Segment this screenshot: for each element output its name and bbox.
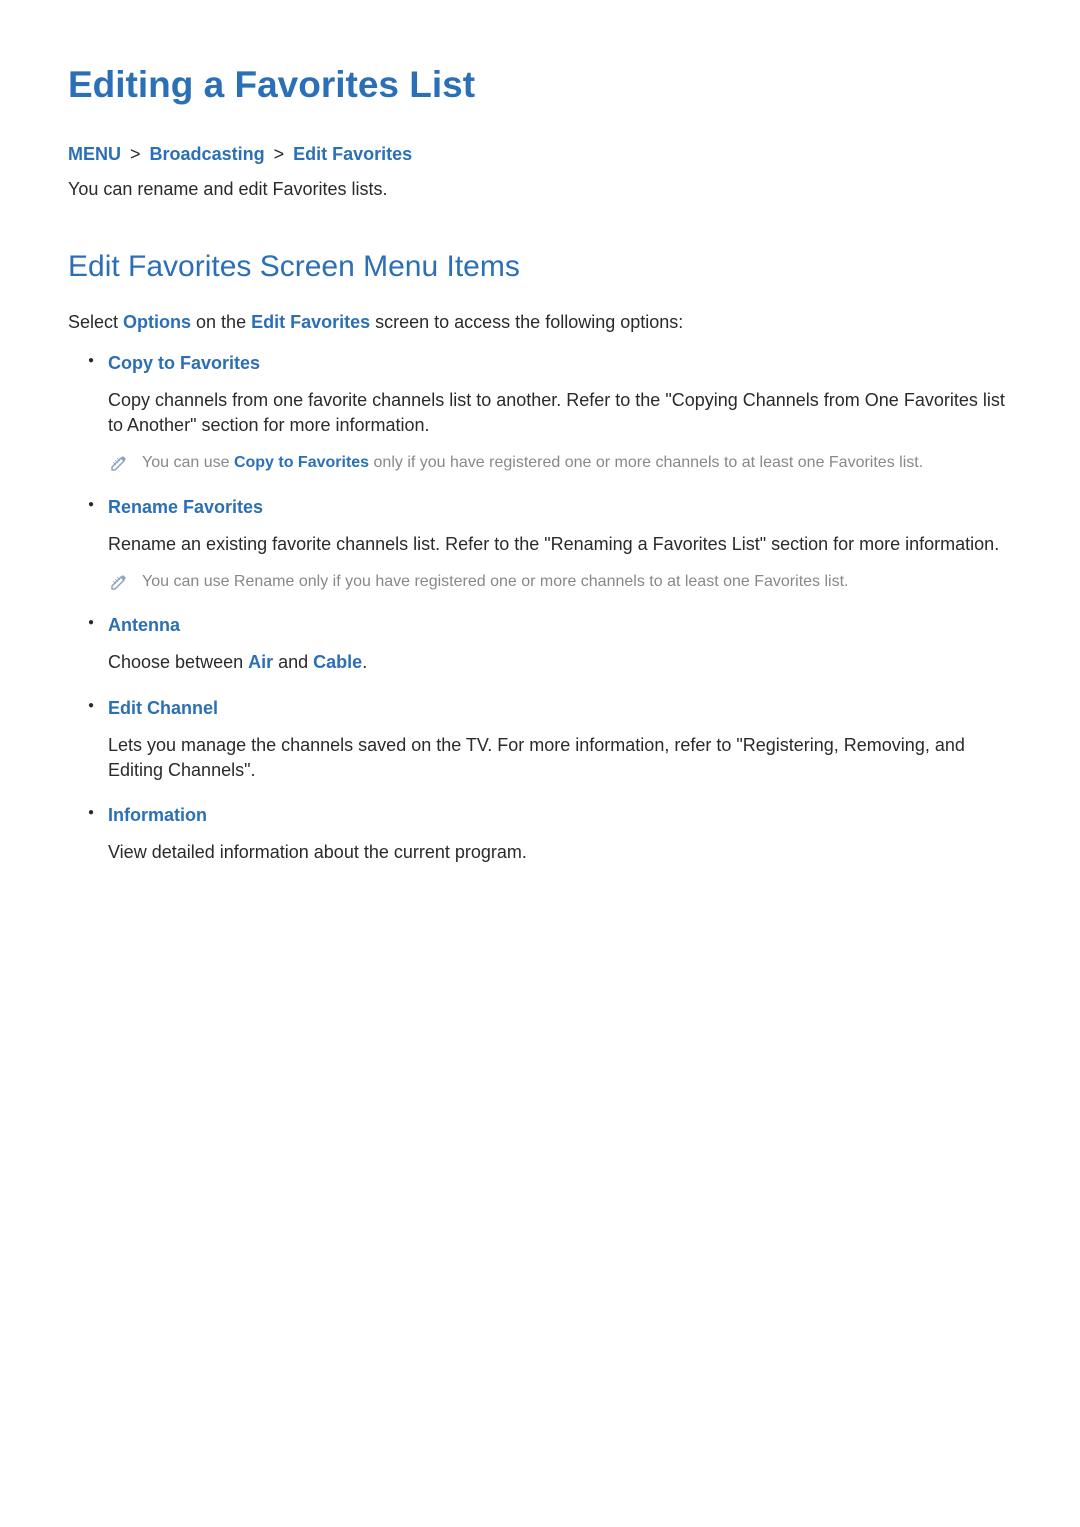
item-body: Choose between Air and Cable. (108, 650, 1012, 675)
pencil-icon (110, 454, 128, 472)
note-link: Copy to Favorites (234, 454, 369, 471)
edit-favorites-link: Edit Favorites (251, 312, 370, 332)
note: You can use Rename only if you have regi… (108, 571, 1012, 593)
pencil-icon (110, 573, 128, 591)
item-title: Edit Channel (108, 698, 1012, 719)
section-intro-suffix: screen to access the following options: (370, 312, 683, 332)
breadcrumb-broadcasting[interactable]: Broadcasting (150, 144, 265, 164)
breadcrumb-sep: > (274, 144, 285, 164)
list-item-antenna: Antenna Choose between Air and Cable. (88, 615, 1012, 675)
section-intro: Select Options on the Edit Favorites scr… (68, 312, 1012, 333)
section-intro-prefix: Select (68, 312, 123, 332)
body-suffix: . (362, 652, 367, 672)
item-body: Copy channels from one favorite channels… (108, 388, 1012, 438)
page-title: Editing a Favorites List (68, 64, 1012, 106)
item-title: Copy to Favorites (108, 353, 1012, 374)
breadcrumb-menu[interactable]: MENU (68, 144, 121, 164)
list-item-edit-channel: Edit Channel Lets you manage the channel… (88, 698, 1012, 783)
intro-text: You can rename and edit Favorites lists. (68, 179, 1012, 200)
item-body: View detailed information about the curr… (108, 840, 1012, 865)
note-text: You can use Rename only if you have regi… (142, 571, 848, 593)
breadcrumb-sep: > (130, 144, 141, 164)
cable-link: Cable (313, 652, 362, 672)
options-list: Copy to Favorites Copy channels from one… (68, 353, 1012, 865)
list-item-information: Information View detailed information ab… (88, 805, 1012, 865)
note-text: You can use Copy to Favorites only if yo… (142, 452, 923, 474)
options-link: Options (123, 312, 191, 332)
note-suffix: only if you have registered one or more … (369, 454, 923, 471)
breadcrumb-edit-favorites[interactable]: Edit Favorites (293, 144, 412, 164)
item-body: Rename an existing favorite channels lis… (108, 532, 1012, 557)
list-item-copy-to-favorites: Copy to Favorites Copy channels from one… (88, 353, 1012, 475)
item-title: Information (108, 805, 1012, 826)
section-title: Edit Favorites Screen Menu Items (68, 250, 1012, 284)
list-item-rename-favorites: Rename Favorites Rename an existing favo… (88, 497, 1012, 594)
breadcrumb: MENU > Broadcasting > Edit Favorites (68, 144, 1012, 165)
air-link: Air (248, 652, 273, 672)
section-intro-mid: on the (191, 312, 251, 332)
note: You can use Copy to Favorites only if yo… (108, 452, 1012, 474)
note-prefix: You can use (142, 454, 234, 471)
item-title: Rename Favorites (108, 497, 1012, 518)
item-title: Antenna (108, 615, 1012, 636)
item-body: Lets you manage the channels saved on th… (108, 733, 1012, 783)
body-mid: and (273, 652, 313, 672)
body-prefix: Choose between (108, 652, 248, 672)
